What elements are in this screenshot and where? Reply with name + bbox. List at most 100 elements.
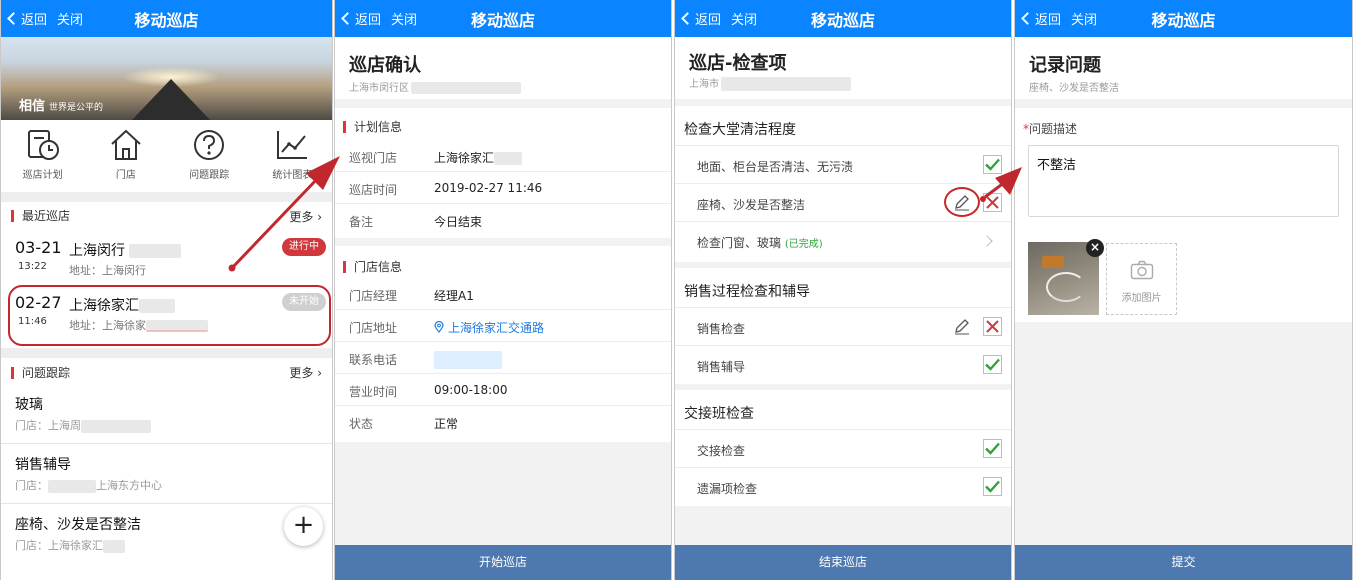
visit-address: 地址：上海闵行: [69, 262, 146, 278]
page-header: 巡店确认 上海市闵行区: [335, 37, 671, 99]
submit-button[interactable]: 提交: [1015, 545, 1352, 580]
plan-info-card: 计划信息 巡视门店上海徐家汇 巡店时间 2019-02-27 11:46 备注 今日…: [335, 108, 671, 238]
add-photo-label: 添加图片: [1107, 289, 1176, 304]
check-item[interactable]: 销售辅导: [675, 346, 1011, 384]
start-inspection-button[interactable]: 开始巡店: [335, 545, 671, 580]
shortcut-issues[interactable]: 问题跟踪: [168, 120, 251, 192]
banner-title: 相信: [19, 99, 45, 114]
redacted-text: [81, 420, 151, 433]
pass-checkbox[interactable]: [983, 439, 1002, 458]
description-label: *问题描述: [1023, 120, 1077, 137]
info-value: 正常: [434, 415, 458, 432]
recent-visits-title: 最近巡店: [11, 210, 70, 222]
address-text: 上海徐家汇交通路: [448, 321, 544, 335]
info-label: 门店经理: [349, 287, 397, 304]
fail-checkbox[interactable]: [983, 317, 1002, 336]
issue-store: 门店：: [15, 479, 48, 492]
shortcut-store[interactable]: 门店: [84, 120, 167, 192]
add-photo-button[interactable]: 添加图片: [1106, 243, 1177, 315]
divider: [1, 192, 332, 202]
navbar: 返回 关闭 移动巡店: [335, 0, 671, 37]
description-textarea[interactable]: 不整洁: [1028, 145, 1339, 217]
check-group-title: 销售过程检查和辅导: [675, 268, 1011, 308]
check-item-label-wrap: 检查门窗、玻璃 (已完成): [697, 234, 823, 251]
redacted-text: [721, 77, 851, 91]
info-label: 备注: [349, 213, 373, 230]
confirm-screen: 返回 关闭 移动巡店 巡店确认 上海市闵行区 计划信息 巡视门店上海徐家汇 巡店…: [334, 0, 672, 580]
issue-item[interactable]: 销售辅导 门店：上海东方中心: [1, 444, 333, 504]
info-row[interactable]: 门店地址 上海徐家汇交通路: [335, 310, 671, 342]
shortcut-plan[interactable]: 巡店计划: [1, 120, 84, 192]
info-value: 2019-02-27 11:46: [434, 181, 542, 195]
info-row: 巡视门店上海徐家汇: [335, 140, 671, 172]
info-row: 状态正常: [335, 406, 671, 438]
page-subtitle-wrap: 上海市: [689, 75, 851, 91]
issue-store-wrap: 门店：上海周: [15, 417, 151, 433]
banner-road: [131, 79, 211, 120]
end-inspection-button[interactable]: 结束巡店: [675, 545, 1011, 580]
info-label: 联系电话: [349, 351, 397, 368]
home-screen: 返回 关闭 移动巡店 相信世界是公平的 巡店计划 门店 问题跟踪: [0, 0, 333, 580]
plan-info-header: 计划信息: [335, 108, 671, 140]
check-item[interactable]: 检查门窗、玻璃 (已完成): [675, 222, 1011, 260]
info-row: 营业时间09:00-18:00: [335, 374, 671, 406]
page-subtitle: 座椅、沙发是否整洁: [1029, 79, 1119, 94]
pass-checkbox[interactable]: [983, 355, 1002, 374]
info-label: 门店地址: [349, 319, 397, 336]
info-value: 今日结束: [434, 213, 482, 230]
page-title: 巡店-检查项: [689, 49, 786, 75]
navbar: 返回 关闭 移动巡店: [675, 0, 1011, 37]
visit-time: 13:22: [18, 261, 47, 272]
issue-item[interactable]: 玻璃 门店：上海周: [1, 384, 333, 444]
check-item-label: 地面、柜台是否清洁、无污渍: [697, 158, 853, 175]
check-item-label: 座椅、沙发是否整洁: [697, 196, 805, 213]
check-item[interactable]: 座椅、沙发是否整洁: [675, 184, 1011, 222]
check-item-label: 检查门窗、玻璃: [697, 236, 781, 250]
pass-checkbox[interactable]: [983, 477, 1002, 496]
info-value-wrap: 上海徐家汇: [434, 149, 522, 166]
issue-store: 门店：上海徐家汇: [15, 539, 103, 552]
check-item[interactable]: 地面、柜台是否清洁、无污渍: [675, 146, 1011, 184]
phone-value[interactable]: [434, 351, 502, 369]
recent-more-link[interactable]: 更多 ›: [289, 208, 322, 225]
edit-pencil-icon[interactable]: [953, 317, 971, 335]
shortcut-label: 统计图表: [251, 166, 333, 181]
check-item-label: 遗漏项检查: [697, 480, 757, 497]
issues-title: 问题跟踪: [11, 367, 70, 379]
issue-store-wrap: 门店：上海徐家汇: [15, 537, 125, 553]
banner-subtitle: 世界是公平的: [49, 103, 103, 113]
issue-item[interactable]: 座椅、沙发是否整洁 门店：上海徐家汇: [1, 504, 333, 564]
check-group: 交接班检查 交接检查 遗漏项检查: [675, 390, 1011, 506]
info-label: 巡店时间: [349, 181, 397, 198]
delete-photo-icon[interactable]: ×: [1086, 239, 1104, 257]
issue-name: 座椅、沙发是否整洁: [15, 514, 141, 534]
chevron-right-icon: [981, 235, 992, 246]
visit-item[interactable]: 03-21 13:22 上海闵行 地址：上海闵行 进行中: [1, 232, 333, 282]
navbar: 返回 关闭 移动巡店: [1015, 0, 1352, 37]
pass-checkbox[interactable]: [983, 155, 1002, 174]
close-x-icon: [984, 194, 1001, 211]
address-link[interactable]: 上海徐家汇交通路: [434, 319, 544, 336]
page-header: 记录问题 座椅、沙发是否整洁: [1015, 37, 1352, 99]
add-button[interactable]: +: [284, 507, 323, 546]
check-item[interactable]: 交接检查: [675, 430, 1011, 468]
banner-caption: 相信世界是公平的: [19, 95, 103, 114]
location-pin-icon: [434, 321, 444, 333]
chart-icon: [274, 128, 310, 162]
shortcut-chart[interactable]: 统计图表: [251, 120, 333, 192]
info-row: 联系电话: [335, 342, 671, 374]
shortcut-label: 巡店计划: [1, 166, 84, 181]
page-title: 记录问题: [1029, 51, 1101, 77]
info-row: 巡店时间 2019-02-27 11:46: [335, 172, 671, 204]
highlight-ring: [8, 285, 331, 346]
check-item[interactable]: 遗漏项检查: [675, 468, 1011, 506]
description-label-text: 问题描述: [1029, 122, 1077, 136]
info-value: 09:00-18:00: [434, 383, 508, 397]
check-item-label: 销售检查: [697, 320, 745, 337]
issues-more-link[interactable]: 更多 ›: [289, 364, 322, 381]
issue-name: 销售辅导: [15, 454, 71, 474]
check-item[interactable]: 销售检查: [675, 308, 1011, 346]
fail-checkbox[interactable]: [983, 193, 1002, 212]
check-icon: [984, 156, 1001, 173]
navbar: 返回 关闭 移动巡店: [1, 0, 332, 37]
